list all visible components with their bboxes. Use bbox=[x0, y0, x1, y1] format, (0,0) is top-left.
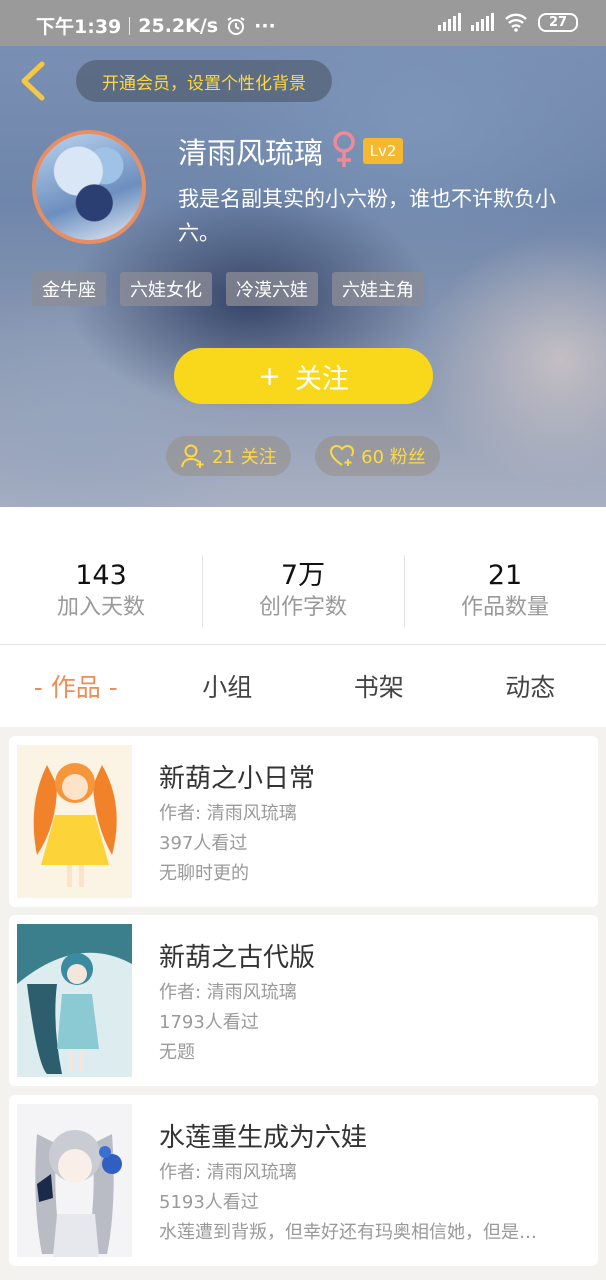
work-title: 水莲重生成为六娃 bbox=[159, 1123, 368, 1153]
stat-label: 创作字数 bbox=[258, 595, 347, 620]
work-cover-image bbox=[17, 745, 132, 898]
work-card[interactable]: 水莲重生成为六娃 作者: 清雨风琉璃 5193人看过 水莲遭到背叛，但幸好还有玛… bbox=[9, 1095, 598, 1266]
follow-button[interactable]: + 关注 bbox=[174, 348, 433, 404]
plus-icon: + bbox=[258, 360, 281, 392]
network-speed: 25.2K/s bbox=[138, 14, 219, 37]
work-description: 无聊时更的 bbox=[159, 863, 249, 884]
heart-icon bbox=[330, 444, 355, 466]
status-bar: 下午1:39 25.2K/s ··· 27 bbox=[0, 0, 606, 46]
work-author: 作者: 清雨风琉璃 bbox=[159, 803, 297, 824]
tag-list: 金牛座 六娃女化 冷漠六娃 六娃主角 bbox=[32, 272, 424, 306]
vip-background-button[interactable]: 开通会员，设置个性化背景 bbox=[76, 60, 332, 102]
hd-signal-icon bbox=[471, 13, 494, 31]
fans-button[interactable]: 60 粉丝 bbox=[315, 436, 440, 476]
work-cover-image bbox=[17, 1104, 132, 1257]
work-description: 无题 bbox=[159, 1042, 195, 1063]
stat-label: 加入天数 bbox=[56, 595, 145, 620]
work-author: 作者: 清雨风琉璃 bbox=[159, 982, 297, 1003]
work-views: 5193人看过 bbox=[159, 1192, 259, 1213]
fans-count: 60 粉丝 bbox=[361, 447, 426, 468]
profile-header: 下午1:39 25.2K/s ··· 27 开通会员，设置个性化背景 清雨风琉璃… bbox=[0, 0, 606, 507]
following-count: 21 关注 bbox=[212, 447, 277, 468]
work-author: 作者: 清雨风琉璃 bbox=[159, 1162, 297, 1183]
work-description: 水莲遭到背叛，但幸好还有玛奥相信她，但是… bbox=[159, 1222, 537, 1243]
more-indicator: ··· bbox=[254, 14, 276, 37]
stat-works-count: 21 作品数量 bbox=[404, 507, 606, 644]
level-badge: Lv2 bbox=[363, 138, 403, 164]
alarm-icon bbox=[227, 16, 245, 35]
status-time: 下午1:39 bbox=[36, 16, 122, 38]
stat-value: 21 bbox=[487, 560, 523, 591]
work-title: 新葫之小日常 bbox=[159, 764, 316, 794]
work-card[interactable]: 新葫之小日常 作者: 清雨风琉璃 397人看过 无聊时更的 bbox=[9, 736, 598, 907]
tab-bookshelf[interactable]: 书架 bbox=[303, 668, 455, 704]
stat-word-count: 7万 创作字数 bbox=[202, 507, 404, 644]
work-views: 1793人看过 bbox=[159, 1012, 259, 1033]
username: 清雨风琉璃 bbox=[178, 136, 324, 170]
work-cover-image bbox=[17, 924, 132, 1077]
follow-label: 关注 bbox=[294, 363, 349, 395]
profile-tabs: - 作品 - 小组 书架 动态 bbox=[0, 645, 606, 727]
tab-activity[interactable]: 动态 bbox=[455, 668, 606, 704]
battery-icon: 27 bbox=[538, 12, 578, 32]
work-card[interactable]: 新葫之古代版 作者: 清雨风琉璃 1793人看过 无题 bbox=[9, 915, 598, 1086]
following-button[interactable]: 21 关注 bbox=[166, 436, 291, 476]
tag[interactable]: 金牛座 bbox=[32, 272, 106, 306]
back-arrow-icon[interactable] bbox=[14, 60, 50, 102]
tag[interactable]: 六娃主角 bbox=[332, 272, 424, 306]
work-views: 397人看过 bbox=[159, 833, 248, 854]
stats-bar: 143 加入天数 7万 创作字数 21 作品数量 bbox=[0, 507, 606, 644]
stat-label: 作品数量 bbox=[460, 595, 549, 620]
person-add-icon bbox=[181, 444, 204, 468]
tag[interactable]: 六娃女化 bbox=[120, 272, 212, 306]
avatar[interactable] bbox=[32, 130, 146, 244]
stat-join-days: 143 加入天数 bbox=[0, 507, 202, 644]
wifi-icon bbox=[505, 13, 527, 32]
stat-value: 7万 bbox=[280, 560, 326, 591]
work-title: 新葫之古代版 bbox=[159, 943, 316, 973]
user-bio: 我是名副其实的小六粉，谁也不许欺负小六。 bbox=[178, 187, 556, 245]
female-icon bbox=[333, 131, 355, 167]
tag[interactable]: 冷漠六娃 bbox=[226, 272, 318, 306]
tab-works[interactable]: - 作品 - bbox=[0, 668, 152, 704]
tab-groups[interactable]: 小组 bbox=[152, 668, 304, 704]
stat-value: 143 bbox=[75, 560, 127, 591]
signal-icon bbox=[438, 13, 461, 31]
